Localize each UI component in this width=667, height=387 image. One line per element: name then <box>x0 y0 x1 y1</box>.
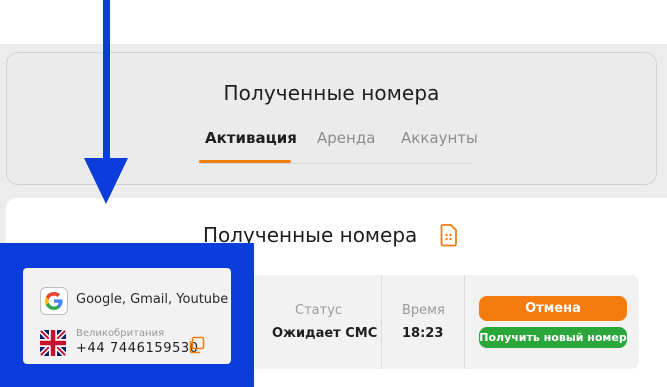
tab-accounts[interactable]: Аккаунты <box>401 129 478 147</box>
status-value: Ожидает СМС <box>272 326 378 341</box>
column-divider <box>464 275 465 369</box>
get-new-number-button[interactable]: Получить новый номер <box>479 327 627 348</box>
status-label: Статус <box>295 303 343 318</box>
service-name: Google, Gmail, Youtube <box>76 292 229 307</box>
active-tab-indicator <box>199 160 291 163</box>
tab-activation[interactable]: Активация <box>205 129 297 147</box>
phone-number: +44 7446159530 <box>76 341 199 356</box>
highlight-frame: Google, Gmail, Youtube Великобритания +4… <box>0 243 254 387</box>
service-info: Google, Gmail, Youtube Великобритания +4… <box>23 268 231 364</box>
column-divider <box>381 275 382 369</box>
tab-rent[interactable]: Аренда <box>317 129 375 147</box>
time-value: 18:23 <box>402 326 444 341</box>
uk-flag-icon <box>40 330 66 356</box>
tab-bar: Активация Аренда Аккаунты <box>199 129 478 164</box>
order-row: Статус Ожидает СМС Время 18:23 Отмена По… <box>234 275 639 369</box>
time-label: Время <box>402 303 445 318</box>
google-icon <box>40 287 68 315</box>
sim-card-icon <box>440 224 457 247</box>
country-name: Великобритания <box>76 328 165 339</box>
cancel-button[interactable]: Отмена <box>479 296 627 321</box>
copy-icon[interactable] <box>187 336 205 354</box>
arrow-down-icon <box>84 0 128 204</box>
